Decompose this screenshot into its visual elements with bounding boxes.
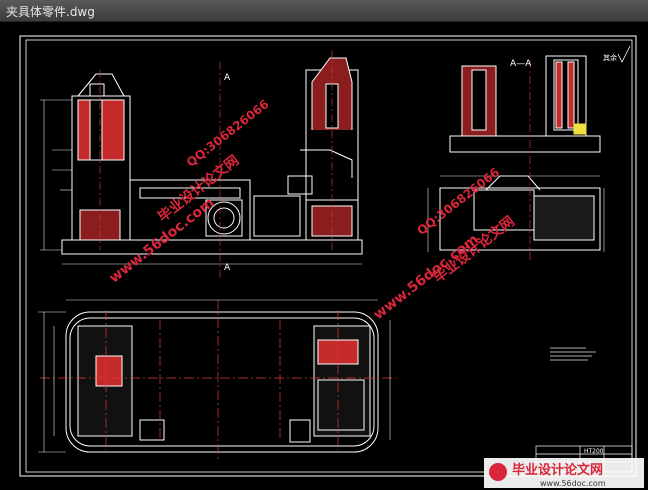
roughness-symbol (617, 45, 631, 63)
section-mark-a-bottom: A (224, 263, 231, 273)
drawing-svg: A A A—A 其余 HT200 www.56doc.com 毕业设计论文网 Q… (19, 35, 644, 488)
window-title: 夹具体零件.dwg (6, 5, 95, 19)
window-titlebar: 夹具体零件.dwg (0, 0, 648, 22)
section-view-title: A—A (510, 59, 532, 69)
front-base (61, 239, 363, 255)
logo-url: www.56doc.com (540, 479, 606, 488)
watermark-url-2: www.56doc.com (371, 231, 482, 323)
roughness-note: 其余 (603, 53, 617, 62)
logo-icon (489, 463, 507, 481)
logo-site-name: 毕业设计论文网 (512, 462, 603, 478)
top-view (65, 311, 379, 453)
section-mark-a-top: A (224, 73, 231, 83)
site-logo-banner: 毕业设计论文网 www.56doc.com (484, 458, 644, 488)
section-a-a-view (439, 55, 601, 251)
cad-drawing-canvas[interactable]: A A A—A 其余 HT200 www.56doc.com 毕业设计论文网 Q… (0, 22, 648, 490)
material-label: HT200 (584, 448, 604, 455)
front-view (61, 57, 363, 255)
technical-notes (550, 347, 596, 361)
